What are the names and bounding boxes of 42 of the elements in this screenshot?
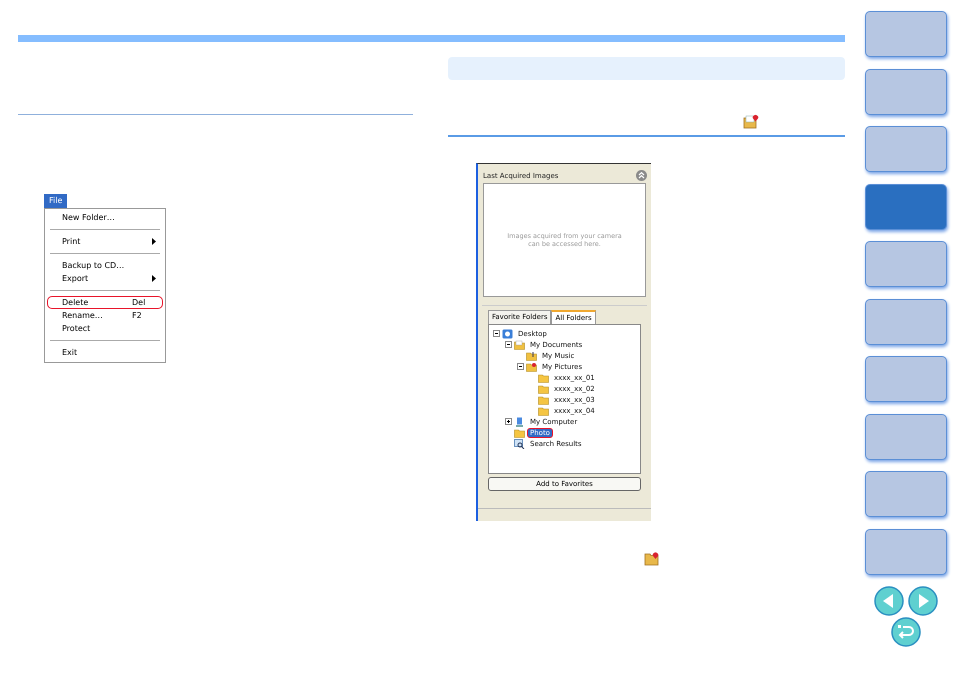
folder-icon bbox=[538, 406, 549, 416]
expand-box-icon[interactable] bbox=[505, 418, 512, 425]
favorite-folder-icon bbox=[644, 551, 660, 566]
return-icon[interactable] bbox=[891, 617, 921, 647]
menu-item[interactable]: Rename… F2 bbox=[47, 309, 163, 322]
next-page-icon[interactable] bbox=[908, 586, 938, 616]
chapter-tab[interactable] bbox=[865, 414, 947, 460]
music-folder-icon bbox=[526, 350, 537, 360]
chapter-tab[interactable] bbox=[865, 528, 947, 574]
pictures-folder-icon bbox=[526, 362, 537, 372]
collapse-box-icon[interactable] bbox=[517, 363, 524, 370]
favorite-folder-icon bbox=[743, 114, 759, 129]
menu-item[interactable]: Exit bbox=[47, 346, 163, 359]
chapter-tab[interactable] bbox=[865, 298, 947, 344]
chapter-tab[interactable] bbox=[865, 241, 947, 287]
search-icon bbox=[514, 438, 525, 448]
chapter-tab[interactable] bbox=[865, 68, 947, 114]
folder-icon bbox=[538, 372, 549, 382]
menu-item[interactable]: Print bbox=[47, 235, 163, 248]
desktop-icon bbox=[502, 328, 513, 338]
menu-item[interactable]: New Folder… bbox=[47, 211, 163, 224]
computer-icon bbox=[514, 416, 525, 426]
documents-folder-icon bbox=[514, 340, 525, 350]
chapter-tab[interactable] bbox=[865, 11, 947, 57]
menu-item[interactable]: Delete Del bbox=[47, 296, 163, 309]
previous-page-icon[interactable] bbox=[874, 586, 904, 616]
collapse-icon[interactable] bbox=[636, 170, 647, 181]
folder-icon bbox=[538, 394, 549, 404]
chapter-tab[interactable] bbox=[865, 126, 947, 172]
collapse-box-icon[interactable] bbox=[505, 341, 512, 348]
menu-item[interactable]: Protect bbox=[47, 322, 163, 335]
chapter-tab[interactable] bbox=[865, 184, 947, 230]
menu-item[interactable]: Export bbox=[47, 272, 163, 285]
submenu-arrow-icon bbox=[152, 238, 156, 245]
chapter-tab[interactable] bbox=[865, 471, 947, 517]
file-menu-title[interactable]: File bbox=[44, 194, 68, 208]
folder-icon bbox=[538, 384, 549, 394]
chapter-tab[interactable] bbox=[865, 356, 947, 402]
submenu-arrow-icon bbox=[152, 275, 156, 282]
collapse-box-icon[interactable] bbox=[493, 330, 500, 337]
folder-icon bbox=[514, 428, 525, 438]
menu-item[interactable]: Backup to CD… bbox=[47, 259, 163, 272]
